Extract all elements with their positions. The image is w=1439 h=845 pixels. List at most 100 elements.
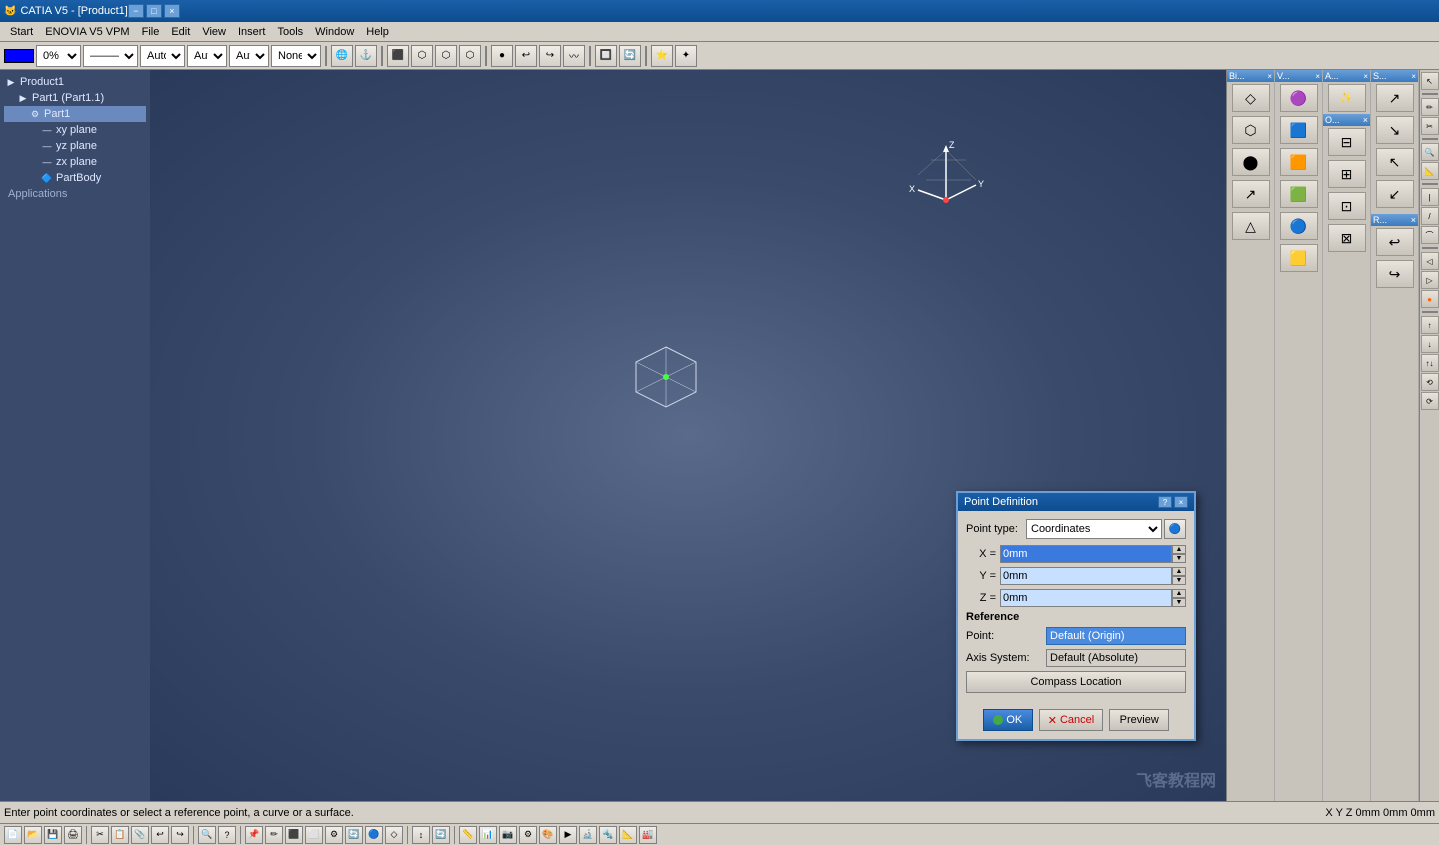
far-right-btn-1[interactable]: ✏ (1421, 98, 1439, 116)
a-btn-1[interactable]: ✨ (1328, 84, 1366, 112)
o-btn-4[interactable]: ⊠ (1328, 224, 1366, 252)
far-right-btn-13[interactable]: ↑↓ (1421, 354, 1439, 372)
point-ref-value[interactable]: Default (Origin) (1046, 627, 1186, 645)
y-spin-down[interactable]: ▼ (1172, 576, 1186, 585)
far-right-btn-11[interactable]: ↑ (1421, 316, 1439, 334)
far-right-btn-10[interactable]: ● (1421, 290, 1439, 308)
v-btn-6[interactable]: 🟨 (1280, 244, 1318, 272)
bottom-btn-copy[interactable]: 📋 (111, 826, 129, 844)
color-selector[interactable] (4, 49, 34, 63)
toolbar-btn-8[interactable]: ↩ (515, 45, 537, 67)
maximize-button[interactable]: □ (146, 4, 162, 18)
tree-item-product1[interactable]: ▶ Product1 (4, 74, 146, 90)
far-right-btn-15[interactable]: ⟳ (1421, 392, 1439, 410)
bottom-btn-camera[interactable]: 📷 (499, 826, 517, 844)
toolbar-btn-10[interactable]: 〰 (563, 45, 585, 67)
bottom-btn-redo[interactable]: ↪ (171, 826, 189, 844)
far-right-btn-2[interactable]: ✂ (1421, 117, 1439, 135)
none-select[interactable]: None (271, 45, 321, 67)
y-input[interactable] (1000, 567, 1172, 585)
cancel-button[interactable]: ✕ Cancel (1039, 709, 1103, 731)
bi-btn-1[interactable]: ◇ (1232, 84, 1270, 112)
far-right-btn-14[interactable]: ⟲ (1421, 373, 1439, 391)
far-right-btn-5[interactable]: | (1421, 188, 1439, 206)
toolbar-btn-6[interactable]: ⬡ (459, 45, 481, 67)
viewport[interactable]: Z Y X 飞客教程网 (150, 70, 1226, 801)
preview-button[interactable]: Preview (1109, 709, 1169, 731)
menu-view[interactable]: View (196, 24, 232, 40)
menu-enovia[interactable]: ENOVIA V5 VPM (39, 24, 135, 40)
menu-window[interactable]: Window (309, 24, 360, 40)
s-btn-2[interactable]: ↘ (1376, 116, 1414, 144)
menu-file[interactable]: File (136, 24, 166, 40)
bottom-btn-move[interactable]: ↕ (412, 826, 430, 844)
toolbar-btn-3[interactable]: ⬛ (387, 45, 409, 67)
tree-item-zx[interactable]: — zx plane (4, 154, 146, 170)
bottom-btn-print[interactable]: 🖨 (64, 826, 82, 844)
bottom-btn-paste[interactable]: 📎 (131, 826, 149, 844)
z-spin-down[interactable]: ▼ (1172, 598, 1186, 607)
bi-btn-3[interactable]: ⬤ (1232, 148, 1270, 176)
v-btn-5[interactable]: 🔵 (1280, 212, 1318, 240)
menu-help[interactable]: Help (360, 24, 395, 40)
bottom-btn-pocket[interactable]: ⬜ (305, 826, 323, 844)
bottom-btn-render[interactable]: 🎨 (539, 826, 557, 844)
aut-select2[interactable]: Aut (229, 45, 269, 67)
tree-item-xy[interactable]: — xy plane (4, 122, 146, 138)
bottom-btn-undo[interactable]: ↩ (151, 826, 169, 844)
bottom-btn-point[interactable]: 📌 (245, 826, 263, 844)
toolbar-btn-12[interactable]: 🔄 (619, 45, 641, 67)
bottom-btn-chamfer[interactable]: ◇ (385, 826, 403, 844)
s-btn-3[interactable]: ↖ (1376, 148, 1414, 176)
far-right-btn-6[interactable]: / (1421, 207, 1439, 225)
menu-insert[interactable]: Insert (232, 24, 272, 40)
palette-v-close[interactable]: × (1315, 72, 1320, 81)
dialog-close-button[interactable]: × (1174, 496, 1188, 508)
o-btn-3[interactable]: ⊡ (1328, 192, 1366, 220)
bi-btn-5[interactable]: △ (1232, 212, 1270, 240)
bottom-btn-sketch[interactable]: ✏ (265, 826, 283, 844)
v-btn-2[interactable]: 🟦 (1280, 116, 1318, 144)
bi-btn-4[interactable]: ↗ (1232, 180, 1270, 208)
bottom-btn-settings[interactable]: ⚙ (519, 826, 537, 844)
toolbar-btn-2[interactable]: ⚓ (355, 45, 377, 67)
axis-ref-value[interactable]: Default (Absolute) (1046, 649, 1186, 667)
bottom-btn-cut[interactable]: ✂ (91, 826, 109, 844)
palette-a-close[interactable]: × (1363, 72, 1368, 81)
palette-bi-close[interactable]: × (1267, 72, 1272, 81)
bottom-btn-analyze[interactable]: 📊 (479, 826, 497, 844)
s-btn-4[interactable]: ↙ (1376, 180, 1414, 208)
toolbar-btn-7[interactable]: ● (491, 45, 513, 67)
bottom-btn-drafting[interactable]: 📐 (619, 826, 637, 844)
o-btn-2[interactable]: ⊞ (1328, 160, 1366, 188)
percent-select[interactable]: 0% (36, 45, 81, 67)
bottom-btn-simulation[interactable]: 🔬 (579, 826, 597, 844)
auto-select1[interactable]: Auto (140, 45, 185, 67)
z-spin-up[interactable]: ▲ (1172, 589, 1186, 598)
bottom-btn-measure[interactable]: 📏 (459, 826, 477, 844)
bottom-btn-save[interactable]: 💾 (44, 826, 62, 844)
v-btn-3[interactable]: 🟧 (1280, 148, 1318, 176)
v-btn-1[interactable]: 🟣 (1280, 84, 1318, 112)
z-input[interactable] (1000, 589, 1172, 607)
o-btn-1[interactable]: ⊟ (1328, 128, 1366, 156)
bottom-btn-shaft[interactable]: ⚙ (325, 826, 343, 844)
palette-r-close[interactable]: × (1411, 215, 1416, 225)
r-btn-2[interactable]: ↪ (1376, 260, 1414, 288)
point-type-select[interactable]: Coordinates (1026, 519, 1162, 539)
toolbar-btn-1[interactable]: 🌐 (331, 45, 353, 67)
toolbar-btn-13[interactable]: ⭐ (651, 45, 673, 67)
s-btn-1[interactable]: ↗ (1376, 84, 1414, 112)
tree-item-part1[interactable]: ⚙ Part1 (4, 106, 146, 122)
bottom-btn-zoom-fit[interactable]: 🔍 (198, 826, 216, 844)
aut-select1[interactable]: Aut (187, 45, 227, 67)
far-right-btn-3[interactable]: 🔍 (1421, 143, 1439, 161)
far-right-btn-4[interactable]: 📐 (1421, 162, 1439, 180)
bottom-btn-help[interactable]: ? (218, 826, 236, 844)
palette-s-close[interactable]: × (1411, 72, 1416, 81)
y-spin-up[interactable]: ▲ (1172, 567, 1186, 576)
bottom-btn-animation[interactable]: ▶ (559, 826, 577, 844)
r-btn-1[interactable]: ↩ (1376, 228, 1414, 256)
bottom-btn-groove[interactable]: 🔄 (345, 826, 363, 844)
bottom-btn-rotate[interactable]: 🔄 (432, 826, 450, 844)
